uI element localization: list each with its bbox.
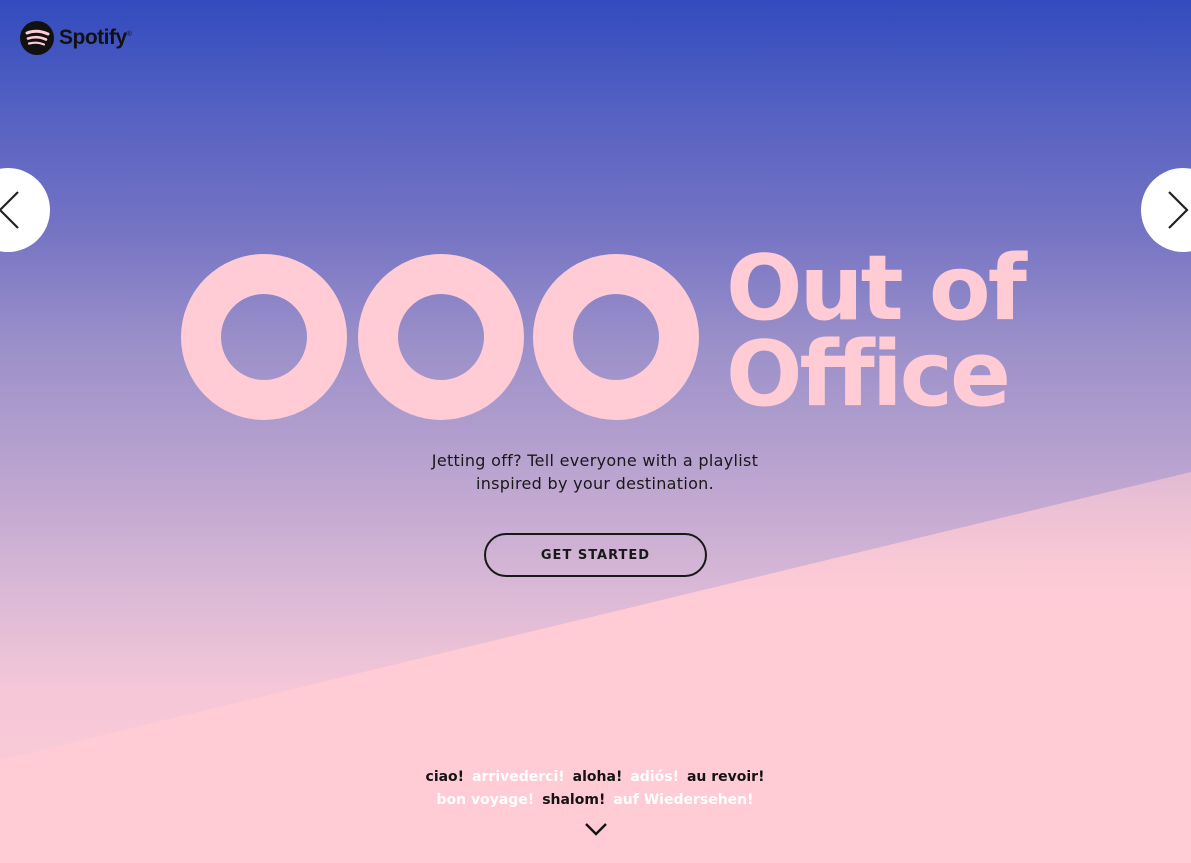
spotify-wordmark: Spotify® xyxy=(59,26,132,49)
greeting-item: shalom! xyxy=(542,792,606,808)
get-started-button[interactable]: GET STARTED xyxy=(484,533,707,577)
greeting-item: au revoir! xyxy=(686,769,765,785)
chevron-down-icon[interactable] xyxy=(584,821,608,837)
hero-title: Out of Office xyxy=(726,236,1027,427)
ooo-ring-1 xyxy=(181,254,347,420)
hero-title-line-2: Office xyxy=(726,322,1011,427)
greeting-item: ciao! xyxy=(425,769,465,785)
hero-logo: Out of Office xyxy=(181,244,1027,422)
page: Spotify® Out of Office Jetting off? Tell… xyxy=(0,0,1191,863)
ooo-ring-2 xyxy=(358,254,524,420)
greeting-item: adiós! xyxy=(630,769,679,785)
greetings-list: ciao! arrivederci! aloha! adiós! au revoir! … xyxy=(345,766,845,812)
hero-subtitle-line-1: Jetting off? Tell everyone with a playli… xyxy=(431,451,759,470)
greeting-item: bon voyage! xyxy=(436,792,535,808)
greeting-item: aloha! xyxy=(572,769,623,785)
pink-diagonal-panel xyxy=(0,472,1191,863)
greeting-item: arrivederci! xyxy=(472,769,565,785)
greetings-line-2: bon voyage! shalom! auf Wiedersehen! xyxy=(345,789,845,812)
greeting-item: auf Wiedersehen! xyxy=(613,792,754,808)
hero-subtitle-line-2: inspired by your destination. xyxy=(475,474,715,493)
spotify-logo-icon xyxy=(20,21,54,55)
chevron-left-icon xyxy=(0,191,19,229)
greetings-line-1: ciao! arrivederci! aloha! adiós! au revoir! xyxy=(345,766,845,789)
spotify-logo[interactable]: Spotify® xyxy=(20,20,132,56)
ooo-ring-3 xyxy=(533,254,699,420)
hero-title-line-1: Out of xyxy=(726,236,1027,341)
hero-subtitle: Jetting off? Tell everyone with a playli… xyxy=(345,449,845,495)
chevron-right-icon xyxy=(1168,191,1189,229)
